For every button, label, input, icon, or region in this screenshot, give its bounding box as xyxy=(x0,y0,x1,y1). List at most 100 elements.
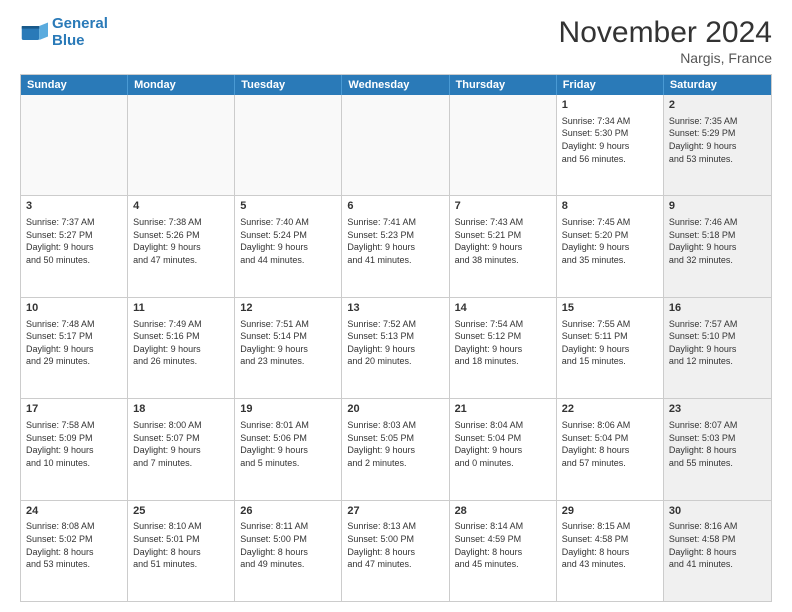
day-cell: 30Sunrise: 8:16 AM Sunset: 4:58 PM Dayli… xyxy=(664,501,771,601)
weekday-header-saturday: Saturday xyxy=(664,75,771,95)
day-number: 28 xyxy=(455,504,551,519)
day-info: Sunrise: 8:01 AM Sunset: 5:06 PM Dayligh… xyxy=(240,419,336,469)
day-cell: 16 Sunrise: 7:57 AM Sunset: 5:10 PM Dayli… xyxy=(664,298,771,398)
day-number: 8 xyxy=(562,199,658,214)
day-info: Sunrise: 7:51 AM Sunset: 5:14 PM Dayligh… xyxy=(240,318,336,368)
day-cell: 23Sunrise: 8:07 AM Sunset: 5:03 PM Dayli… xyxy=(664,399,771,499)
day-info: Sunrise: 7:46 AM Sunset: 5:18 PM Dayligh… xyxy=(669,216,766,266)
calendar-row: 24Sunrise: 8:08 AM Sunset: 5:02 PM Dayli… xyxy=(21,501,771,601)
day-info: Sunrise: 7:34 AM Sunset: 5:30 PM Dayligh… xyxy=(562,115,658,165)
day-info: Sunrise: 8:10 AM Sunset: 5:01 PM Dayligh… xyxy=(133,520,229,570)
day-number: 19 xyxy=(240,402,336,417)
day-cell: 25Sunrise: 8:10 AM Sunset: 5:01 PM Dayli… xyxy=(128,501,235,601)
day-cell: 5 Sunrise: 7:40 AM Sunset: 5:24 PM Daylig… xyxy=(235,196,342,296)
day-info: Sunrise: 7:37 AM Sunset: 5:27 PM Dayligh… xyxy=(26,216,122,266)
day-number: 14 xyxy=(455,301,551,316)
calendar-row: 17 Sunrise: 7:58 AM Sunset: 5:09 PM Dayli… xyxy=(21,399,771,500)
day-cell: 26Sunrise: 8:11 AM Sunset: 5:00 PM Dayli… xyxy=(235,501,342,601)
empty-cell xyxy=(342,95,449,195)
day-number: 10 xyxy=(26,301,122,316)
day-number: 4 xyxy=(133,199,229,214)
day-number: 6 xyxy=(347,199,443,214)
day-number: 21 xyxy=(455,402,551,417)
page: General Blue November 2024 Nargis, Franc… xyxy=(0,0,792,612)
day-info: Sunrise: 7:52 AM Sunset: 5:13 PM Dayligh… xyxy=(347,318,443,368)
day-cell: 20 Sunrise: 8:03 AM Sunset: 5:05 PM Dayli… xyxy=(342,399,449,499)
calendar: SundayMondayTuesdayWednesdayThursdayFrid… xyxy=(20,74,772,602)
day-info: Sunrise: 7:38 AM Sunset: 5:26 PM Dayligh… xyxy=(133,216,229,266)
day-info: Sunrise: 8:03 AM Sunset: 5:05 PM Dayligh… xyxy=(347,419,443,469)
weekday-header-sunday: Sunday xyxy=(21,75,128,95)
day-info: Sunrise: 7:45 AM Sunset: 5:20 PM Dayligh… xyxy=(562,216,658,266)
day-cell: 4 Sunrise: 7:38 AM Sunset: 5:26 PM Daylig… xyxy=(128,196,235,296)
day-cell: 2 Sunrise: 7:35 AM Sunset: 5:29 PM Daylig… xyxy=(664,95,771,195)
day-info: Sunrise: 8:14 AM Sunset: 4:59 PM Dayligh… xyxy=(455,520,551,570)
day-cell: 8 Sunrise: 7:45 AM Sunset: 5:20 PM Daylig… xyxy=(557,196,664,296)
day-cell: 9Sunrise: 7:46 AM Sunset: 5:18 PM Daylig… xyxy=(664,196,771,296)
day-number: 30 xyxy=(669,504,766,519)
day-cell: 27Sunrise: 8:13 AM Sunset: 5:00 PM Dayli… xyxy=(342,501,449,601)
day-info: Sunrise: 7:43 AM Sunset: 5:21 PM Dayligh… xyxy=(455,216,551,266)
day-number: 18 xyxy=(133,402,229,417)
weekday-header-friday: Friday xyxy=(557,75,664,95)
day-number: 25 xyxy=(133,504,229,519)
day-cell: 6 Sunrise: 7:41 AM Sunset: 5:23 PM Daylig… xyxy=(342,196,449,296)
empty-cell xyxy=(450,95,557,195)
day-info: Sunrise: 8:00 AM Sunset: 5:07 PM Dayligh… xyxy=(133,419,229,469)
empty-cell xyxy=(235,95,342,195)
day-info: Sunrise: 7:55 AM Sunset: 5:11 PM Dayligh… xyxy=(562,318,658,368)
day-info: Sunrise: 7:40 AM Sunset: 5:24 PM Dayligh… xyxy=(240,216,336,266)
day-number: 20 xyxy=(347,402,443,417)
day-info: Sunrise: 7:49 AM Sunset: 5:16 PM Dayligh… xyxy=(133,318,229,368)
day-number: 22 xyxy=(562,402,658,417)
day-cell: 1 Sunrise: 7:34 AM Sunset: 5:30 PM Daylig… xyxy=(557,95,664,195)
calendar-header: SundayMondayTuesdayWednesdayThursdayFrid… xyxy=(21,75,771,95)
day-info: Sunrise: 8:16 AM Sunset: 4:58 PM Dayligh… xyxy=(669,520,766,570)
day-info: Sunrise: 8:06 AM Sunset: 5:04 PM Dayligh… xyxy=(562,419,658,469)
day-cell: 14 Sunrise: 7:54 AM Sunset: 5:12 PM Dayli… xyxy=(450,298,557,398)
day-number: 26 xyxy=(240,504,336,519)
day-number: 2 xyxy=(669,98,766,113)
day-info: Sunrise: 8:15 AM Sunset: 4:58 PM Dayligh… xyxy=(562,520,658,570)
day-cell: 19 Sunrise: 8:01 AM Sunset: 5:06 PM Dayli… xyxy=(235,399,342,499)
weekday-header-tuesday: Tuesday xyxy=(235,75,342,95)
day-number: 11 xyxy=(133,301,229,316)
day-cell: 3 Sunrise: 7:37 AM Sunset: 5:27 PM Daylig… xyxy=(21,196,128,296)
day-info: Sunrise: 7:57 AM Sunset: 5:10 PM Dayligh… xyxy=(669,318,766,368)
day-cell: 17 Sunrise: 7:58 AM Sunset: 5:09 PM Dayli… xyxy=(21,399,128,499)
month-year: November 2024 xyxy=(559,16,772,50)
day-info: Sunrise: 7:35 AM Sunset: 5:29 PM Dayligh… xyxy=(669,115,766,165)
header: General Blue November 2024 Nargis, Franc… xyxy=(20,16,772,66)
day-info: Sunrise: 7:58 AM Sunset: 5:09 PM Dayligh… xyxy=(26,419,122,469)
day-number: 13 xyxy=(347,301,443,316)
day-cell: 21 Sunrise: 8:04 AM Sunset: 5:04 PM Dayli… xyxy=(450,399,557,499)
day-info: Sunrise: 8:04 AM Sunset: 5:04 PM Dayligh… xyxy=(455,419,551,469)
day-number: 12 xyxy=(240,301,336,316)
calendar-row: 10 Sunrise: 7:48 AM Sunset: 5:17 PM Dayli… xyxy=(21,298,771,399)
weekday-header-monday: Monday xyxy=(128,75,235,95)
day-number: 3 xyxy=(26,199,122,214)
day-info: Sunrise: 7:54 AM Sunset: 5:12 PM Dayligh… xyxy=(455,318,551,368)
day-info: Sunrise: 8:13 AM Sunset: 5:00 PM Dayligh… xyxy=(347,520,443,570)
day-info: Sunrise: 8:08 AM Sunset: 5:02 PM Dayligh… xyxy=(26,520,122,570)
day-number: 24 xyxy=(26,504,122,519)
calendar-row: 3 Sunrise: 7:37 AM Sunset: 5:27 PM Daylig… xyxy=(21,196,771,297)
title-block: November 2024 Nargis, France xyxy=(559,16,772,66)
empty-cell xyxy=(128,95,235,195)
day-cell: 11 Sunrise: 7:49 AM Sunset: 5:16 PM Dayli… xyxy=(128,298,235,398)
day-info: Sunrise: 7:41 AM Sunset: 5:23 PM Dayligh… xyxy=(347,216,443,266)
day-cell: 15Sunrise: 7:55 AM Sunset: 5:11 PM Dayli… xyxy=(557,298,664,398)
day-info: Sunrise: 7:48 AM Sunset: 5:17 PM Dayligh… xyxy=(26,318,122,368)
day-cell: 22 Sunrise: 8:06 AM Sunset: 5:04 PM Dayli… xyxy=(557,399,664,499)
empty-cell xyxy=(21,95,128,195)
day-number: 1 xyxy=(562,98,658,113)
day-cell: 7 Sunrise: 7:43 AM Sunset: 5:21 PM Daylig… xyxy=(450,196,557,296)
day-number: 16 xyxy=(669,301,766,316)
weekday-header-wednesday: Wednesday xyxy=(342,75,449,95)
day-number: 5 xyxy=(240,199,336,214)
day-number: 17 xyxy=(26,402,122,417)
day-info: Sunrise: 8:11 AM Sunset: 5:00 PM Dayligh… xyxy=(240,520,336,570)
calendar-body: 1 Sunrise: 7:34 AM Sunset: 5:30 PM Daylig… xyxy=(21,95,771,601)
day-number: 7 xyxy=(455,199,551,214)
logo-text: General Blue xyxy=(52,16,108,49)
